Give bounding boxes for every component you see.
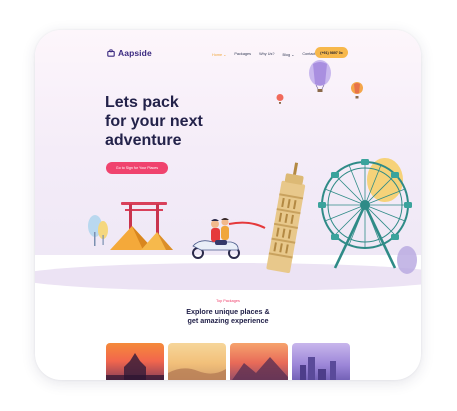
suitcase-icon (107, 49, 115, 57)
section-title-line-2: get amazing experience (187, 316, 269, 325)
section-title-line-1: Explore unique places & (186, 307, 270, 316)
nav-packages[interactable]: Packages (234, 52, 251, 57)
scooter-riders (192, 218, 266, 259)
balloon-small-icon (351, 82, 363, 99)
headline-line-1: Lets pack (105, 94, 179, 111)
trees-left (88, 215, 108, 246)
balloon-tiny-icon (276, 94, 284, 104)
balloon-large-icon (309, 60, 331, 92)
section-tag: Top Packages (216, 299, 240, 303)
main-nav: Home ⌄ Packages Why Us? Blog ⌄ Contact (212, 52, 315, 57)
section-title: Explore unique places & get amazing expe… (35, 307, 421, 325)
logo[interactable]: Aapside (107, 48, 152, 58)
package-thumb-4[interactable] (292, 343, 350, 380)
package-thumb-3[interactable] (230, 343, 288, 380)
nav-contact[interactable]: Contact (302, 52, 315, 57)
website-preview-card: Aapside Home ⌄ Packages Why Us? Blog ⌄ C… (35, 30, 421, 380)
hero-illustration (35, 158, 421, 290)
mountain-landscape-icon (232, 357, 288, 380)
leaning-tower (266, 162, 306, 273)
logo-text: Aapside (118, 48, 152, 58)
headline-line-2: for your next (105, 113, 203, 130)
package-thumb-1[interactable] (106, 343, 164, 380)
nav-home[interactable]: Home ⌄ (212, 52, 226, 57)
desert-landscape-icon (168, 368, 226, 380)
package-thumb-2[interactable] (168, 343, 226, 380)
nav-blog[interactable]: Blog ⌄ (282, 52, 294, 57)
nav-why-us[interactable]: Why Us? (259, 52, 274, 57)
ground-haze (35, 263, 421, 290)
temple-silhouette-icon (106, 353, 164, 380)
city-skyline-icon (300, 357, 336, 380)
pyramids (110, 226, 173, 250)
ferris-wheel (318, 159, 412, 269)
package-thumbnails (106, 343, 350, 380)
yellow-foliage (367, 158, 403, 202)
phone-button[interactable]: (+91) 9897 0x (315, 47, 348, 58)
